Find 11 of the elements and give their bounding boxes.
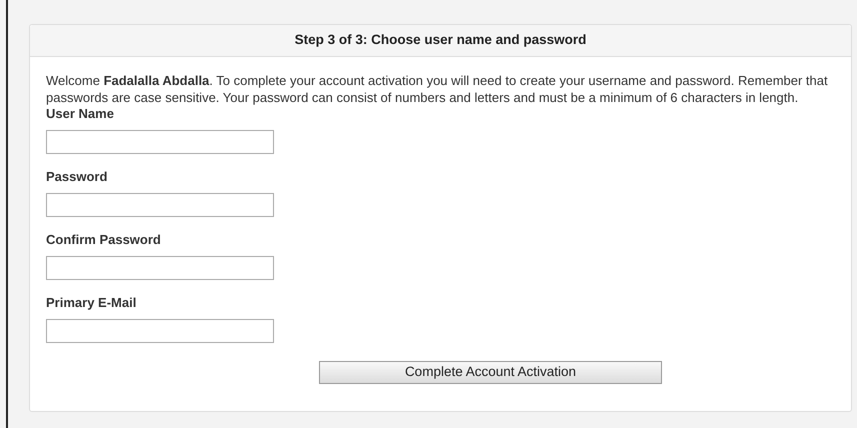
- field-label: Confirm Password: [46, 232, 162, 248]
- intro-paragraph: Welcome Fadalalla Abdalla. To complete your account activation you will need to create your username and password. Remember that passwords are case sensitive. Your password can consist of numbers and letters and must be a minimum of 6 characters in length.: [46, 72, 829, 106]
- text-input[interactable]: [46, 193, 274, 217]
- field-label: Password: [46, 169, 108, 185]
- complete-activation-button[interactable]: Complete Account Activation: [319, 361, 662, 384]
- field-label: Primary E-Mail: [46, 295, 138, 311]
- text-input[interactable]: [46, 256, 274, 280]
- panel-title: Step 3 of 3: Choose user name and password: [294, 31, 586, 50]
- text-input[interactable]: [46, 319, 274, 343]
- text-input[interactable]: [46, 130, 274, 154]
- field-label: User Name: [46, 106, 115, 122]
